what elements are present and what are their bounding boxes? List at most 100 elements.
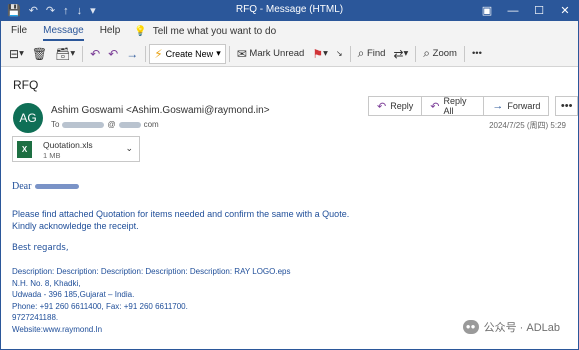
tell-me-label: Tell me what you want to do — [152, 25, 277, 37]
minimize-button[interactable]: — — [500, 1, 526, 21]
ribbon-divider — [82, 45, 84, 62]
translate-button[interactable]: ⇄ ▾ — [389, 43, 412, 65]
tab-file[interactable]: File — [11, 21, 27, 41]
translate-icon: ⇄ — [393, 46, 404, 61]
recipient-at: @ — [107, 120, 116, 129]
reply-ribbon-button[interactable]: ↶ — [86, 43, 104, 65]
archive-button[interactable]: 🗃 ▾ — [51, 43, 79, 65]
sender-avatar: AG — [13, 103, 43, 133]
signature-block: Description: Description: Description: D… — [12, 266, 290, 335]
message-date: 2024/7/25 (周四) 5:29 — [489, 121, 566, 130]
zoom-label: Zoom — [432, 48, 457, 59]
signature-line: 9727241188. — [12, 313, 59, 322]
greeting: Dear — [12, 181, 80, 192]
redacted-recipient — [62, 121, 105, 128]
create-new-label: Create New — [165, 48, 214, 59]
archive-icon: 🗃 — [55, 46, 71, 61]
more-actions-button[interactable]: ••• — [555, 96, 578, 116]
delete-button[interactable]: 🗑 — [28, 43, 51, 65]
signature-line: Udwada - 396 185,Gujarat – India. — [12, 290, 135, 299]
redacted-domain — [118, 121, 141, 128]
mark-unread-button[interactable]: ✉ Mark Unread — [233, 43, 309, 65]
chevron-down-icon: ▾ — [19, 48, 24, 59]
find-button[interactable]: ⌕ Find — [354, 43, 390, 65]
chevron-down-icon: ▾ — [403, 48, 409, 59]
dialog-launcher-icon: ↘ — [335, 49, 343, 58]
watermark: ●● 公众号 · ADLab — [462, 319, 560, 335]
follow-up-button[interactable]: ⚑ ▾ — [308, 43, 332, 65]
greeting-text: Dear — [12, 181, 32, 192]
attachment-card[interactable]: X Quotation.xls 1 MB ⌄ — [12, 136, 140, 162]
excel-file-icon: X — [17, 141, 32, 158]
forward-icon: → — [492, 100, 504, 112]
signature-line: Phone: +91 260 6611400, Fax: +91 260 661… — [12, 301, 188, 311]
signature-line: N.H. No. 8, Khadki, — [12, 278, 81, 288]
ribbon-divider — [349, 45, 351, 62]
window-controls: ▣ — ☐ ✕ — [474, 1, 578, 21]
redacted-name — [35, 184, 80, 189]
reply-icon: ↶ — [377, 100, 387, 113]
chevron-down-icon: ▾ — [323, 48, 328, 59]
outlook-message-window: 💾 ↶ ↷ ↑ ↓ ▾ RFQ - Message (HTML) ▣ — ☐ ✕… — [0, 0, 579, 350]
ribbon-divider — [415, 45, 417, 62]
reply-label: Reply — [390, 101, 414, 111]
closing: Best regards, — [12, 243, 69, 253]
reply-all-ribbon-button[interactable]: ↶ — [104, 43, 122, 65]
body-line-1: Please find attached Quotation for items… — [12, 209, 350, 219]
flag-icon: ⚑ — [312, 46, 324, 61]
chevron-down-icon: ▾ — [70, 48, 76, 59]
ignore-icon: ⊟ — [9, 46, 20, 61]
to-label: To — [51, 120, 60, 129]
title-bar: 💾 ↶ ↷ ↑ ↓ ▾ RFQ - Message (HTML) ▣ — ☐ ✕ — [1, 1, 578, 21]
ribbon-divider — [145, 45, 147, 62]
envelope-icon: ✉ — [236, 46, 247, 61]
forward-button[interactable]: → Forward — [484, 96, 550, 116]
reply-all-icon: ↶ — [108, 46, 119, 61]
signature-line: Website:www.raymond.In — [12, 324, 103, 334]
forward-icon: → — [126, 46, 139, 61]
message-actions: ↶ Reply ↶ Reply All → Forward ••• — [368, 96, 578, 116]
chevron-down-icon: ▾ — [216, 48, 221, 58]
tags-expand-button[interactable]: ↘ — [332, 43, 347, 65]
reply-all-label: Reply All — [443, 96, 467, 116]
ribbon-divider — [228, 45, 230, 62]
sender-name[interactable]: Ashim Goswami <Ashim.Goswami@raymond.in> — [51, 105, 270, 116]
maximize-button[interactable]: ☐ — [526, 1, 552, 21]
signature-line: Description: Description: Description: D… — [12, 267, 291, 276]
search-icon: ⌕ — [357, 46, 365, 60]
ribbon-tabs: File Message Help 💡 Tell me what you wan… — [1, 21, 578, 41]
create-new-quick-step[interactable]: ⚡ Create New ▾ — [149, 43, 226, 64]
lightning-icon: ⚡ — [154, 46, 163, 61]
tab-help[interactable]: Help — [100, 21, 121, 41]
ribbon-display-options-icon[interactable]: ▣ — [474, 1, 500, 21]
find-label: Find — [366, 48, 386, 59]
more-commands-button[interactable]: ••• — [468, 43, 486, 65]
trash-icon: 🗑 — [31, 46, 48, 61]
recipient-domain: com — [143, 120, 159, 129]
reply-all-icon: ↶ — [430, 100, 440, 113]
tab-message[interactable]: Message — [43, 21, 84, 41]
wechat-icon: ●● — [462, 320, 479, 334]
tell-me-search[interactable]: 💡 Tell me what you want to do — [134, 26, 276, 37]
forward-ribbon-button[interactable]: → — [122, 43, 142, 65]
attachment-size: 1 MB — [43, 151, 61, 160]
ignore-button[interactable]: ⊟ ▾ — [5, 43, 28, 65]
ribbon-divider — [463, 45, 465, 62]
zoom-button[interactable]: ⌕ Zoom — [419, 43, 461, 65]
chevron-down-icon[interactable]: ⌄ — [125, 143, 133, 154]
message-body: Dear — [12, 181, 80, 192]
reply-all-button[interactable]: ↶ Reply All — [422, 96, 485, 116]
body-line-2: Kindly acknowledge the receipt. — [12, 221, 139, 231]
body-paragraph: Please find attached Quotation for items… — [12, 208, 349, 232]
reply-icon: ↶ — [90, 46, 101, 61]
mark-unread-label: Mark Unread — [249, 48, 305, 59]
close-button[interactable]: ✕ — [552, 1, 578, 21]
ribbon-toolbar: ⊟ ▾ 🗑 🗃 ▾ ↶ ↶ → ⚡ Create New ▾ ✉ Mark Unre… — [1, 41, 578, 67]
recipient-line: To @ com — [51, 120, 159, 129]
message-subject: RFQ — [13, 78, 39, 92]
lightbulb-icon: 💡 — [134, 25, 147, 37]
reply-button[interactable]: ↶ Reply — [368, 96, 423, 116]
attachment-name: Quotation.xls — [43, 140, 93, 150]
zoom-icon: ⌕ — [423, 46, 431, 60]
more-icon: ••• — [471, 48, 482, 59]
